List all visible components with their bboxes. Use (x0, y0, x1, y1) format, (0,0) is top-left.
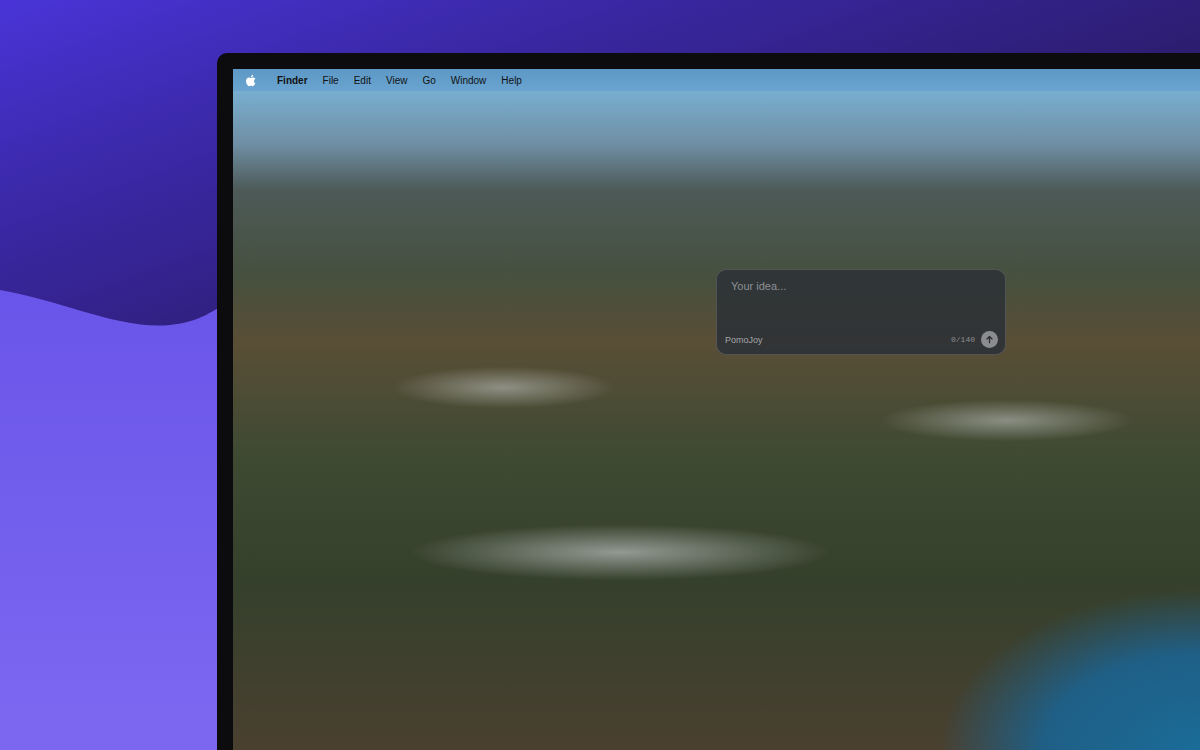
desktop-screen: Finder File Edit View Go Window Help PomoJoy 0/1… (233, 69, 1200, 750)
char-counter: 0/140 (951, 335, 975, 344)
menu-item[interactable]: Go (422, 75, 435, 86)
footer-right: 0/140 (951, 331, 998, 348)
panel-footer: PomoJoy 0/140 (725, 331, 998, 348)
menu-item[interactable]: View (386, 75, 408, 86)
menu-item[interactable]: Window (451, 75, 487, 86)
send-button[interactable] (981, 331, 998, 348)
wallpaper-photo (233, 91, 1200, 750)
menu-item[interactable]: Edit (354, 75, 371, 86)
menu-item[interactable]: Finder (277, 75, 308, 86)
menu-bar: Finder File Edit View Go Window Help (233, 69, 1200, 91)
monitor-frame: Finder File Edit View Go Window Help PomoJoy 0/1… (217, 53, 1200, 750)
apple-logo-icon[interactable] (245, 74, 256, 87)
idea-input[interactable] (725, 278, 998, 331)
menu-item[interactable]: Help (501, 75, 522, 86)
up-arrow-icon (985, 335, 994, 344)
promo-page: Finder File Edit View Go Window Help PomoJoy 0/1… (0, 0, 1200, 750)
app-label: PomoJoy (725, 335, 763, 345)
menu-item[interactable]: File (323, 75, 339, 86)
idea-panel: PomoJoy 0/140 (716, 269, 1006, 355)
